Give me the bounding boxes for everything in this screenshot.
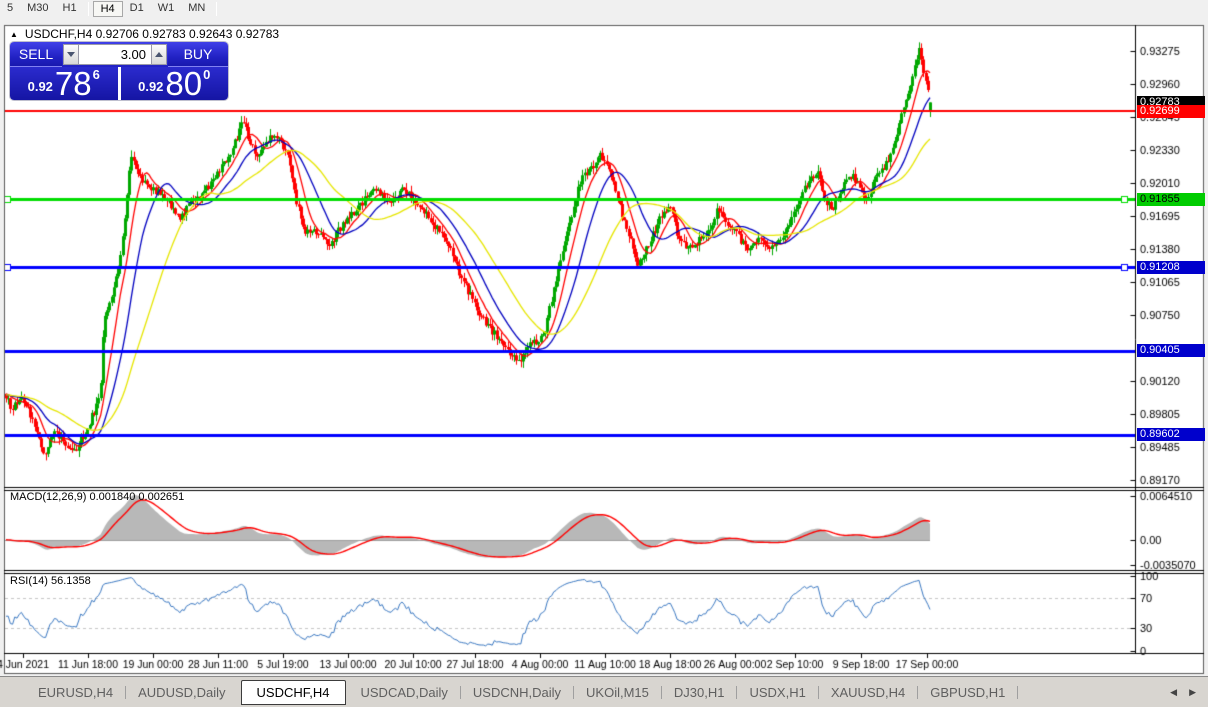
green-level-tag[interactable]: 0.91855 <box>1137 193 1205 206</box>
tab-usdchf-h4[interactable]: USDCHF,H4 <box>240 679 346 705</box>
chart-title-text: USDCHF,H4 0.92706 0.92783 0.92643 0.9278… <box>24 27 280 41</box>
buy-price-prefix: 0.92 <box>138 79 164 94</box>
tab-eurusd-h4[interactable]: EURUSD,H4 <box>26 681 125 704</box>
sell-button[interactable]: SELL <box>10 42 62 67</box>
buy-price-sup: 0 <box>203 67 211 82</box>
sell-price-button[interactable]: 0.92 78 6 <box>10 67 118 100</box>
tab-separator <box>1017 685 1019 699</box>
tab-audusd-daily[interactable]: AUDUSD,Daily <box>126 681 237 704</box>
sell-price-big: 78 <box>54 65 92 100</box>
blue-level-tag[interactable]: 0.90405 <box>1137 344 1205 357</box>
symbol-tab-bar: EURUSD,H4 AUDUSD,Daily USDCHF,H4 USDCAD,Dai… <box>0 676 1208 707</box>
tab-xauusd-h4[interactable]: XAUUSD,H4 <box>819 681 917 704</box>
tab-usdcad-daily[interactable]: USDCAD,Daily <box>349 681 460 704</box>
buy-button[interactable]: BUY <box>168 42 228 67</box>
tab-usdcnh-daily[interactable]: USDCNH,Daily <box>461 681 573 704</box>
buy-price-button[interactable]: 0.92 80 0 <box>120 65 228 100</box>
price-chart-canvas[interactable] <box>0 0 1208 707</box>
volume-decrease-button[interactable] <box>63 44 79 65</box>
chart-title: ▲ USDCHF,H4 0.92706 0.92783 0.92643 0.92… <box>10 27 279 41</box>
volume-input[interactable]: 3.00 <box>79 44 151 65</box>
volume-increase-button[interactable] <box>151 44 167 65</box>
sell-price-prefix: 0.92 <box>27 79 53 94</box>
collapse-arrow-icon[interactable]: ▲ <box>10 30 18 39</box>
tab-dj30-h1[interactable]: DJ30,H1 <box>662 681 737 704</box>
tab-scroll-left[interactable]: ◀ <box>1170 687 1177 698</box>
tab-ukoil-m15[interactable]: UKOil,M15 <box>574 681 661 704</box>
tab-gbpusd-h1[interactable]: GBPUSD,H1 <box>918 681 1017 704</box>
blue-level-tag[interactable]: 0.89602 <box>1137 428 1205 441</box>
volume-stepper: 3.00 <box>62 42 168 67</box>
red-level-tag[interactable]: 0.92699 <box>1137 105 1205 118</box>
triangle-up-icon <box>155 52 163 57</box>
tab-scroll-right[interactable]: ▶ <box>1189 687 1196 698</box>
buy-price-big: 80 <box>165 65 203 100</box>
blue-level-tag[interactable]: 0.91208 <box>1137 261 1205 274</box>
sell-price-sup: 6 <box>92 67 100 82</box>
triangle-down-icon <box>67 52 75 57</box>
tab-scroll-buttons: ◀ ▶ <box>1170 687 1196 698</box>
rsi-label: RSI(14) 56.1358 <box>10 575 91 587</box>
macd-label: MACD(12,26,9) 0.001840 0.002651 <box>10 491 185 503</box>
trade-panel: SELL 3.00 BUY 0.92 78 6 0.92 80 0 <box>10 42 228 100</box>
tab-usdx-h1[interactable]: USDX,H1 <box>737 681 817 704</box>
